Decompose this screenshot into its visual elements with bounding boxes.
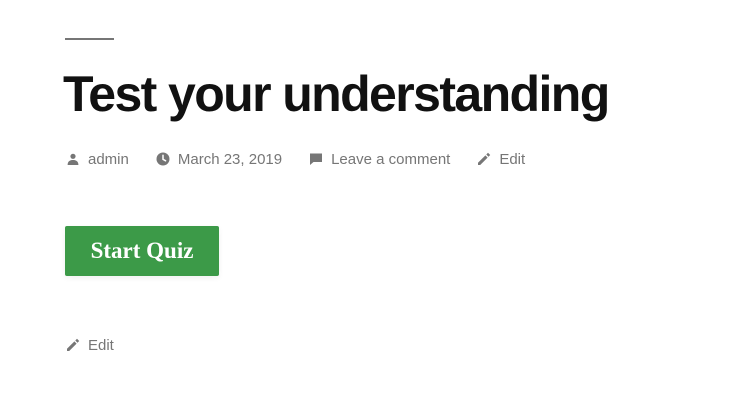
pencil-icon xyxy=(65,337,81,353)
meta-comments: Leave a comment xyxy=(308,151,450,168)
meta-author: admin xyxy=(65,151,129,168)
meta-date: March 23, 2019 xyxy=(155,151,282,168)
footer-edit-link[interactable]: Edit xyxy=(88,337,114,354)
pencil-icon xyxy=(476,151,492,167)
post-date-link[interactable]: March 23, 2019 xyxy=(178,151,282,168)
title-divider xyxy=(65,38,114,40)
clock-icon xyxy=(155,151,171,167)
start-quiz-button[interactable]: Start Quiz xyxy=(65,226,219,276)
comment-icon xyxy=(308,151,324,167)
author-link[interactable]: admin xyxy=(88,151,129,168)
meta-edit: Edit xyxy=(476,151,525,168)
entry-footer-edit: Edit xyxy=(65,334,114,356)
edit-post-link[interactable]: Edit xyxy=(499,151,525,168)
person-icon xyxy=(65,151,81,167)
post-title: Test your understanding xyxy=(63,66,610,122)
post-meta: admin March 23, 2019 Leave a comment Edi… xyxy=(65,148,551,170)
leave-comment-link[interactable]: Leave a comment xyxy=(331,151,450,168)
post-article: Test your understanding admin March 23, … xyxy=(63,0,725,410)
